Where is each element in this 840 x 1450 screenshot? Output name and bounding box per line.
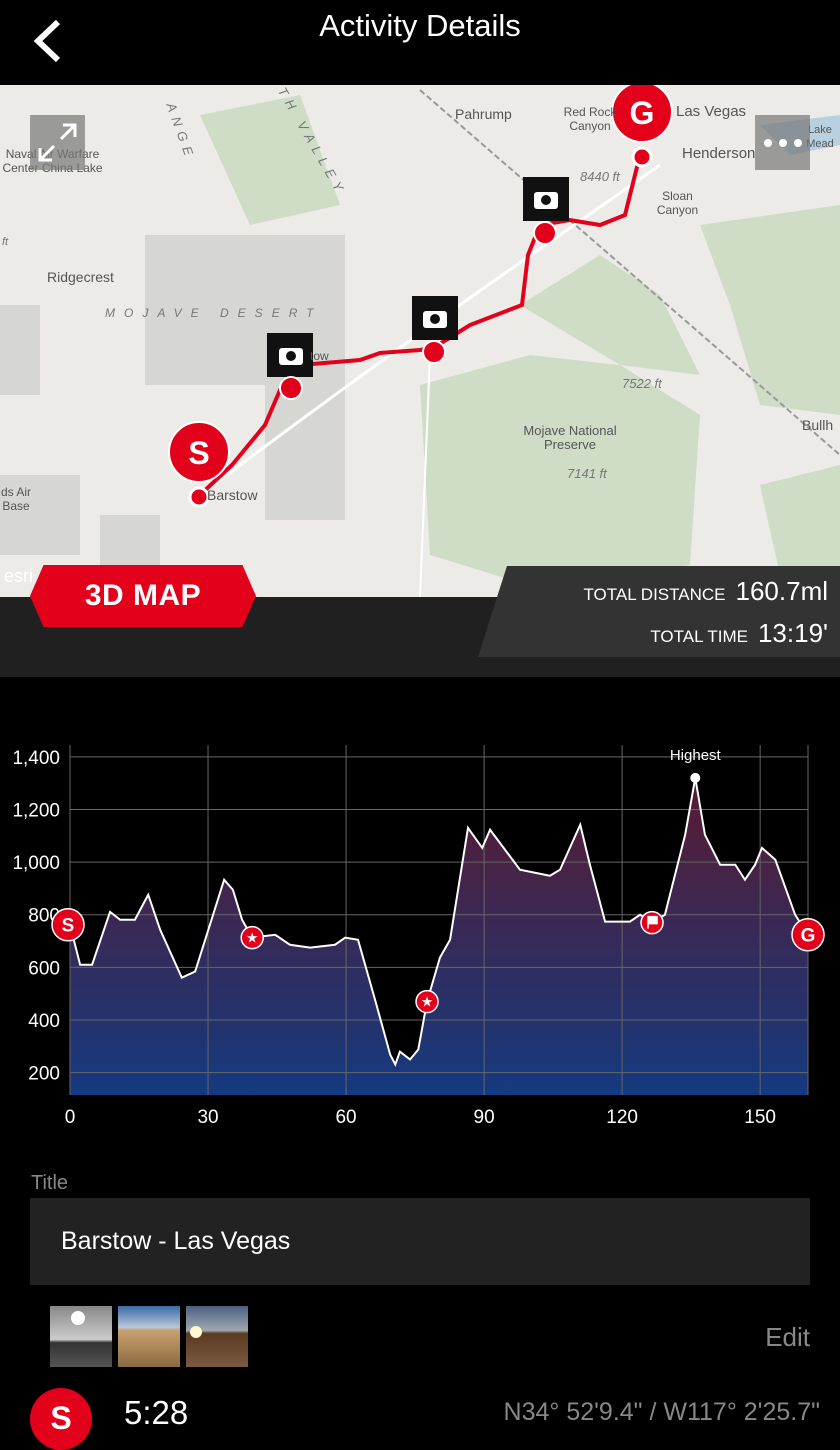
photo-marker xyxy=(412,296,458,364)
route-map[interactable]: S G Pahrump Red Rock Canyon Las Vegas He… xyxy=(0,85,840,597)
x-tick-label: 150 xyxy=(744,1107,776,1128)
map-label: Ridgecrest xyxy=(47,269,114,285)
total-distance-value: 160.7ml xyxy=(735,576,829,606)
y-tick-label: 600 xyxy=(28,958,60,979)
map-label: Red Rock Canyon xyxy=(563,105,617,133)
total-time-value: 13:19' xyxy=(757,618,828,648)
map-label: Pahrump xyxy=(455,106,512,122)
svg-text:S: S xyxy=(188,435,209,471)
start-coordinates: N34° 52'9.4" / W117° 2'25.7" xyxy=(503,1398,820,1426)
x-tick-label: 90 xyxy=(474,1107,495,1128)
goal-chart-marker-label: G xyxy=(801,926,816,947)
y-tick-label: 1,400 xyxy=(12,748,60,769)
map-label: 8440 ft xyxy=(580,169,620,184)
map-label: Las Vegas xyxy=(676,103,747,120)
start-time: 5:28 xyxy=(124,1394,189,1431)
page-title: Activity Details xyxy=(319,8,521,43)
header: Activity Details xyxy=(0,0,840,85)
map-label: tow xyxy=(310,349,329,363)
x-tick-label: 120 xyxy=(606,1107,638,1128)
elevation-area xyxy=(70,777,808,1095)
x-tick-label: 0 xyxy=(65,1107,76,1128)
photo-thumbnail[interactable] xyxy=(118,1306,180,1367)
total-time-label: TOTAL TIME xyxy=(650,627,748,646)
expand-map-button[interactable] xyxy=(30,115,85,170)
start-badge: S xyxy=(30,1388,92,1450)
total-distance: TOTAL DISTANCE 160.7ml xyxy=(583,576,828,607)
map-label: ds Air Base xyxy=(0,485,31,513)
expand-icon xyxy=(38,123,77,162)
y-tick-label: 1,200 xyxy=(12,800,60,821)
x-tick-label: 60 xyxy=(335,1107,356,1128)
photo-thumbnail[interactable] xyxy=(50,1306,112,1367)
y-tick-label: 200 xyxy=(28,1064,60,1085)
map-label: Bullh xyxy=(802,417,834,433)
map-label: Henderson xyxy=(682,145,756,162)
title-label: Title xyxy=(31,1172,69,1194)
map-label: ft xyxy=(2,236,9,248)
map-label: MOJAVE DESERT xyxy=(105,306,323,320)
start-chart-marker-label: S xyxy=(62,916,75,937)
title-input[interactable]: Barstow - Las Vegas xyxy=(30,1198,810,1285)
total-distance-label: TOTAL DISTANCE xyxy=(583,585,726,604)
elevation-chart[interactable]: 2004006008001,0001,2001,4000 30 60 90 120 150… xyxy=(0,730,840,1130)
3d-map-button[interactable]: 3D MAP xyxy=(30,565,256,627)
goal-map-marker: G xyxy=(611,85,673,168)
star-icon: ★ xyxy=(421,994,434,1010)
more-dots-icon xyxy=(764,139,802,147)
more-options-button[interactable] xyxy=(755,115,810,170)
edit-button[interactable]: Edit xyxy=(765,1322,810,1353)
star-icon: ★ xyxy=(246,930,259,946)
x-tick-label: 30 xyxy=(197,1107,218,1128)
highest-label: Highest xyxy=(670,747,722,764)
total-time: TOTAL TIME 13:19' xyxy=(650,618,828,649)
map-label: 7522 ft xyxy=(622,376,662,391)
y-tick-label: 1,000 xyxy=(12,853,60,874)
highest-point xyxy=(690,772,701,783)
map-label: Barstow xyxy=(207,487,258,503)
svg-text:G: G xyxy=(630,95,655,131)
photo-thumbnail[interactable] xyxy=(186,1306,248,1367)
map-label: 7141 ft xyxy=(567,466,607,481)
esri-attribution: esri xyxy=(4,566,34,586)
map-label: Mojave National Preserve xyxy=(523,423,617,452)
y-tick-label: 400 xyxy=(28,1011,60,1032)
stats-panel: TOTAL DISTANCE 160.7ml TOTAL TIME 13:19' xyxy=(478,566,840,657)
map-label: Sloan Canyon xyxy=(656,189,699,217)
